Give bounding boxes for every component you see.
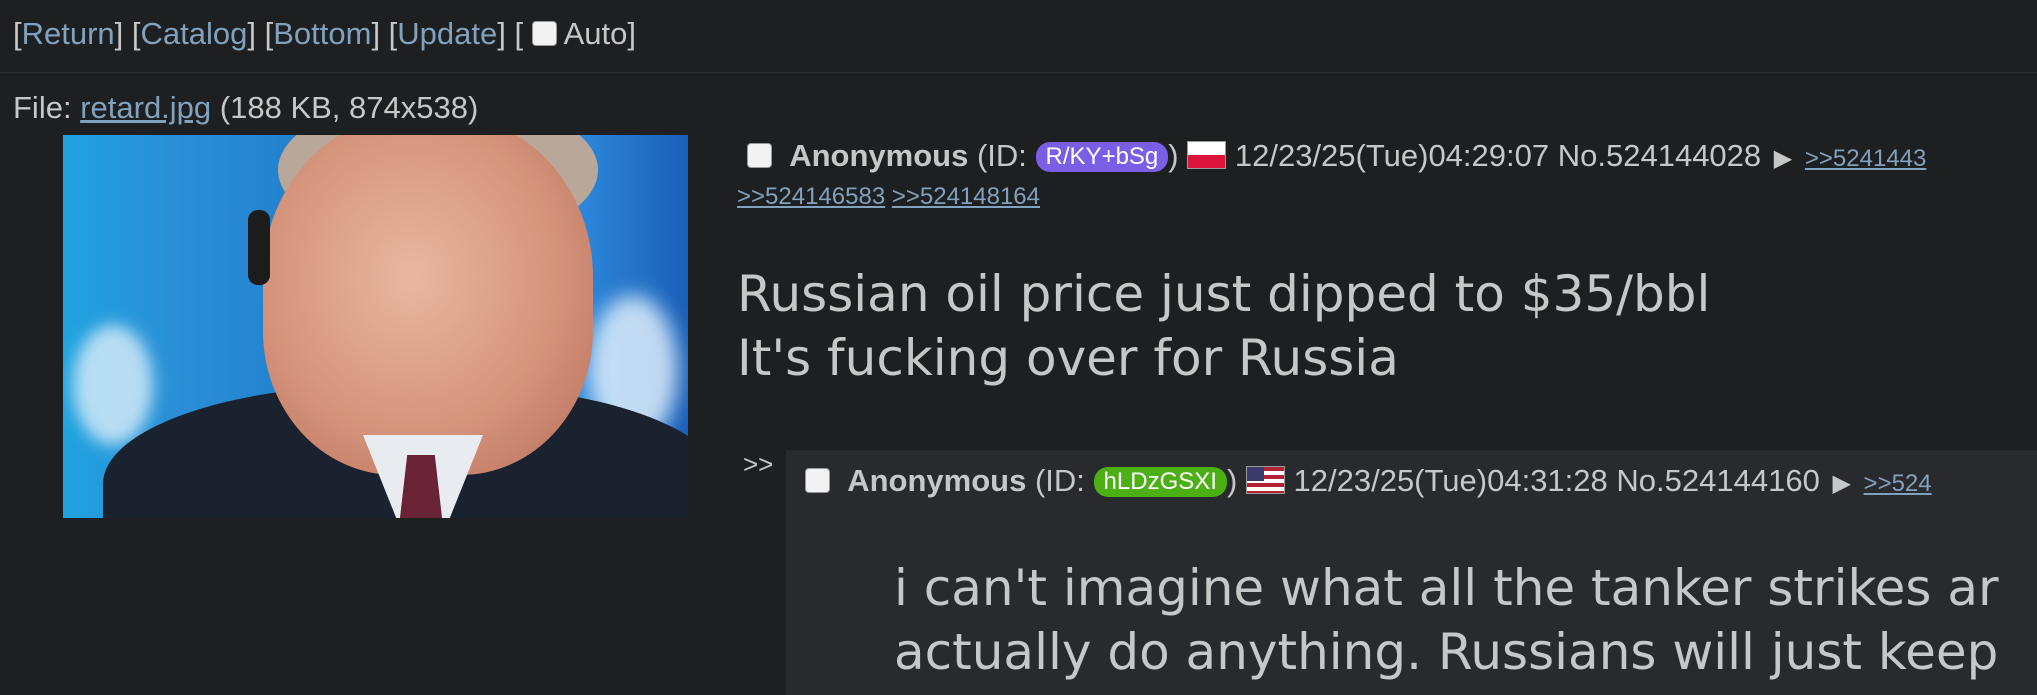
reply-text-line-1: i can't imagine what all the tanker stri… (894, 559, 1999, 617)
poland-flag-icon (1187, 141, 1227, 169)
op-backlink-2[interactable]: >>524146583 (737, 183, 885, 210)
usa-flag-icon (1245, 466, 1285, 494)
auto-label: Auto (563, 16, 628, 51)
op-post-number[interactable]: No.524144028 (1558, 138, 1761, 173)
reply-text-line-2: actually do anything. Russians will just… (894, 623, 1999, 681)
op-post-info: Anonymous (ID: R/KY+bSg) 12/23/25(Tue)04… (747, 138, 1926, 174)
op-text-line-1: Russian oil price just dipped to $35/bbl (737, 265, 1711, 323)
op-backlink-3[interactable]: >>524148164 (892, 183, 1040, 210)
file-info: File: retard.jpg (188 KB, 874x538) (13, 90, 478, 126)
post-thumbnail[interactable] (63, 135, 688, 518)
reply-post-info: Anonymous (ID: hLDzGSXI) 12/23/25(Tue)04… (805, 463, 1932, 499)
op-poster-id[interactable]: R/KY+bSg (1035, 142, 1169, 172)
bottom-link[interactable]: Bottom (273, 16, 371, 51)
file-meta: (188 KB, 874x538) (219, 90, 479, 125)
op-datetime: 12/23/25(Tue)04:29:07 (1234, 138, 1550, 173)
post-menu-arrow-icon[interactable]: ▶ (1774, 145, 1792, 172)
op-post-body: Russian oil price just dipped to $35/bbl… (737, 262, 1710, 390)
divider (0, 72, 2037, 73)
reply-poster-id[interactable]: hLDzGSXI (1093, 467, 1227, 497)
reply-post-number[interactable]: No.524144160 (1616, 463, 1819, 498)
file-label: File: (13, 90, 72, 125)
op-backlink-1[interactable]: >>5241443 (1805, 145, 1926, 172)
return-link[interactable]: Return (22, 16, 115, 51)
reply-side-arrows: >> (743, 449, 774, 479)
reply-post-checkbox[interactable] (805, 468, 830, 493)
catalog-link[interactable]: Catalog (141, 16, 248, 51)
reply-backlink-1[interactable]: >>524 (1864, 470, 1932, 497)
reply-menu-arrow-icon[interactable]: ▶ (1832, 470, 1850, 497)
reply-datetime: 12/23/25(Tue)04:31:28 (1293, 463, 1608, 498)
reply-post-body: i can't imagine what all the tanker stri… (894, 556, 1999, 684)
reply-poster-name: Anonymous (847, 463, 1027, 498)
op-poster-name: Anonymous (789, 138, 969, 173)
op-text-line-2: It's fucking over for Russia (737, 329, 1399, 387)
file-link[interactable]: retard.jpg (80, 90, 211, 125)
auto-update-checkbox[interactable] (531, 21, 557, 46)
op-post-checkbox[interactable] (747, 143, 772, 168)
top-navbar: [Return] [Catalog] [Bottom] [Update] [ A… (13, 16, 637, 51)
op-backlinks: >>524146583 >>524148164 (737, 183, 1040, 211)
update-link[interactable]: Update (397, 16, 497, 51)
